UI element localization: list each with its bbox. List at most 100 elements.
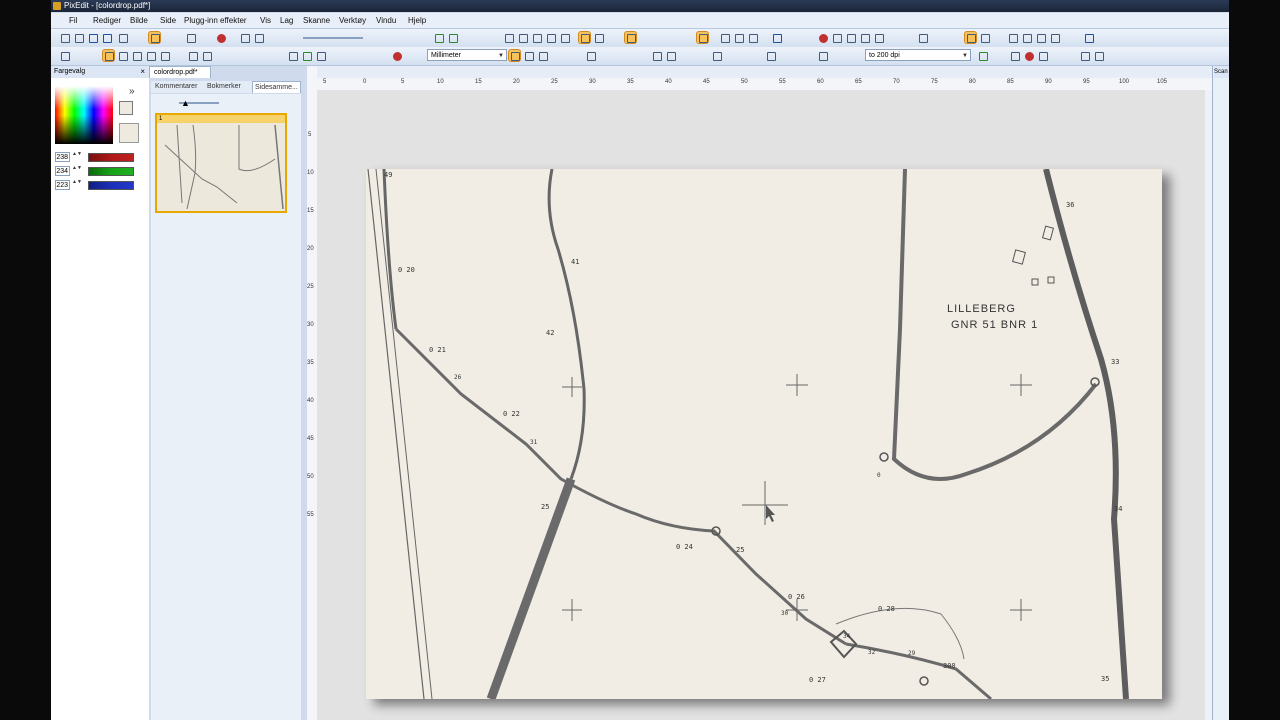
flip-icon[interactable] xyxy=(747,32,758,43)
color-icon[interactable] xyxy=(391,50,402,61)
current-color-swatch[interactable] xyxy=(119,101,133,115)
rect-icon[interactable] xyxy=(1007,32,1018,43)
color-picker[interactable] xyxy=(55,86,113,144)
play-icon[interactable] xyxy=(977,50,988,61)
scan-panel-tab[interactable]: Scan xyxy=(1214,66,1229,78)
crop-icon[interactable] xyxy=(503,32,514,43)
document-tab[interactable]: colordrop.pdf* xyxy=(149,66,211,78)
green-spinner[interactable]: ▲▼ xyxy=(72,166,82,176)
back-icon[interactable] xyxy=(433,32,444,43)
forward-icon[interactable] xyxy=(447,32,458,43)
shape-icon[interactable] xyxy=(859,32,870,43)
despeckle-icon[interactable] xyxy=(711,50,722,61)
save-all-icon[interactable] xyxy=(101,32,112,43)
menu-item-help[interactable]: Hjelp xyxy=(408,15,426,26)
pen-icon[interactable] xyxy=(1049,32,1060,43)
note-icon[interactable] xyxy=(979,32,990,43)
menu-item-layer[interactable]: Lag xyxy=(280,15,293,26)
blue-value-field[interactable]: 223 xyxy=(55,180,70,190)
rotate-left-icon[interactable] xyxy=(719,32,730,43)
check-icon[interactable] xyxy=(917,32,928,43)
ellipse-icon[interactable] xyxy=(1021,32,1032,43)
menu-item-tools[interactable]: Verktøy xyxy=(339,15,366,26)
eraser-icon[interactable] xyxy=(145,50,156,61)
units-select[interactable]: Millimeter ▼ xyxy=(427,49,507,61)
green-bar[interactable] xyxy=(88,167,134,176)
redo-icon[interactable] xyxy=(253,32,264,43)
rotate-icon[interactable] xyxy=(545,32,556,43)
document-canvas[interactable]: 49 0 20 41 42 0 21 26 0 22 31 25 0 24 25… xyxy=(317,90,1212,720)
close-icon[interactable]: × xyxy=(140,66,145,78)
layer-icon[interactable] xyxy=(578,31,591,44)
page-width-icon[interactable] xyxy=(696,31,709,44)
undo-icon[interactable] xyxy=(239,32,250,43)
menu-item-file[interactable]: Fil xyxy=(69,15,77,26)
red-spinner[interactable]: ▲▼ xyxy=(72,152,82,162)
menu-item-plugins[interactable]: Plugg-inn effekter xyxy=(184,15,247,26)
text-align-icon[interactable] xyxy=(665,50,676,61)
menu-item-window[interactable]: Vindu xyxy=(376,15,396,26)
menu-item-view[interactable]: Vis xyxy=(260,15,271,26)
red-bar[interactable] xyxy=(88,153,134,162)
menu-item-image[interactable]: Bilde xyxy=(130,15,148,26)
pointer-icon[interactable] xyxy=(59,50,70,61)
record-icon[interactable] xyxy=(1023,50,1034,61)
text-icon[interactable] xyxy=(873,32,884,43)
print-icon[interactable] xyxy=(117,32,128,43)
select-icon[interactable] xyxy=(148,31,161,44)
brush-icon[interactable] xyxy=(102,49,115,62)
erase-icon[interactable] xyxy=(1037,50,1048,61)
rotate-right-icon[interactable] xyxy=(733,32,744,43)
menu-item-edit[interactable]: Rediger xyxy=(93,15,121,26)
copy-icon[interactable] xyxy=(185,32,196,43)
filter-icon[interactable] xyxy=(593,32,604,43)
blue-spinner[interactable]: ▲▼ xyxy=(72,180,82,190)
stamp-icon[interactable] xyxy=(771,32,782,43)
measure-icon[interactable] xyxy=(508,49,521,62)
tools-icon[interactable] xyxy=(1079,50,1090,61)
deskew-icon[interactable] xyxy=(531,32,542,43)
remove-icon[interactable] xyxy=(817,32,828,43)
tab-comments[interactable]: Kommentarer xyxy=(155,81,197,93)
marker-icon[interactable] xyxy=(1083,32,1094,43)
green-value-field[interactable]: 234 xyxy=(55,166,70,176)
zoom-select[interactable]: to 200 dpi ▼ xyxy=(865,49,971,61)
toolbar-slider[interactable] xyxy=(303,37,363,39)
line-tool-icon[interactable] xyxy=(187,50,198,61)
paste-icon[interactable] xyxy=(624,31,637,44)
menu-item-page[interactable]: Side xyxy=(160,15,176,26)
pencil-icon[interactable] xyxy=(117,50,128,61)
grid-icon[interactable] xyxy=(523,50,534,61)
menu-item-scan[interactable]: Skanne xyxy=(303,15,330,26)
align-icon[interactable] xyxy=(651,50,662,61)
zoom-icon[interactable]: ▲ xyxy=(181,98,190,108)
colordrop-icon[interactable] xyxy=(315,50,326,61)
delete-icon[interactable] xyxy=(215,32,226,43)
page-icon[interactable] xyxy=(517,32,528,43)
hole-icon[interactable] xyxy=(817,50,828,61)
magic-wand-icon[interactable] xyxy=(301,50,312,61)
stop-icon[interactable] xyxy=(1009,50,1020,61)
border-icon[interactable] xyxy=(765,50,776,61)
settings-icon[interactable] xyxy=(1093,50,1104,61)
page-thumbnail[interactable]: 1 xyxy=(155,113,287,213)
vertical-scrollbar[interactable] xyxy=(1205,90,1212,720)
mirror-icon[interactable] xyxy=(559,32,570,43)
save-icon[interactable] xyxy=(87,32,98,43)
highlight-icon[interactable] xyxy=(964,31,977,44)
tab-page-summary[interactable]: Sidesamme... xyxy=(252,81,301,93)
fill-icon[interactable] xyxy=(159,50,170,61)
map-page[interactable]: 49 0 20 41 42 0 21 26 0 22 31 25 0 24 25… xyxy=(366,169,1162,699)
crop-tool-icon[interactable] xyxy=(585,50,596,61)
polygon-icon[interactable] xyxy=(1035,32,1046,43)
text-tool-icon[interactable] xyxy=(201,50,212,61)
line-icon[interactable] xyxy=(831,32,842,43)
blue-bar[interactable] xyxy=(88,181,134,190)
red-value-field[interactable]: 238 xyxy=(55,152,70,162)
arrow-icon[interactable] xyxy=(845,32,856,43)
snap-icon[interactable] xyxy=(537,50,548,61)
new-icon[interactable] xyxy=(59,32,70,43)
spray-icon[interactable] xyxy=(131,50,142,61)
open-icon[interactable] xyxy=(73,32,84,43)
tab-bookmarks[interactable]: Bokmerker xyxy=(207,81,241,93)
